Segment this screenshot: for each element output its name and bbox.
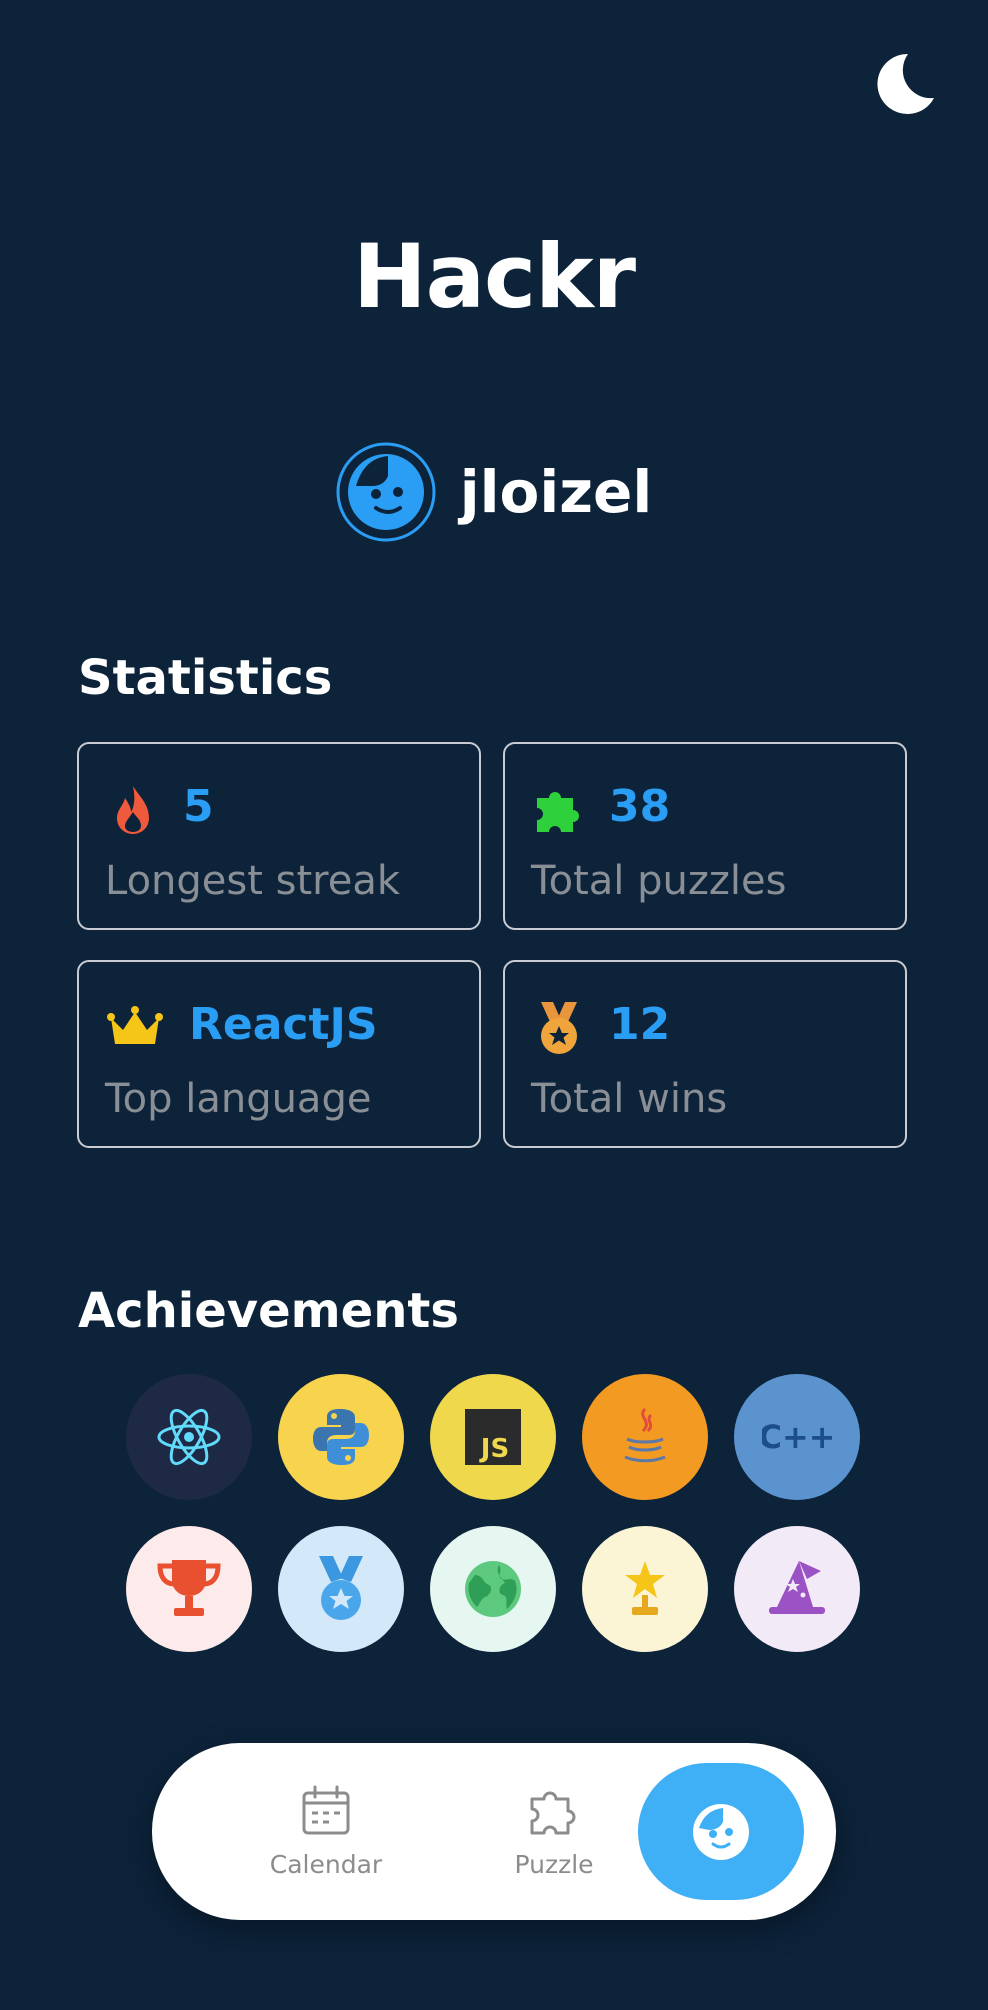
nav-label-puzzle: Puzzle <box>514 1850 594 1879</box>
achievement-badge-trophy[interactable] <box>126 1526 252 1652</box>
nav-item-profile[interactable] <box>638 1763 804 1900</box>
javascript-icon: JS <box>465 1409 521 1465</box>
stat-value: 12 <box>609 999 671 1050</box>
react-icon <box>157 1408 221 1466</box>
achievement-badge-medal[interactable] <box>278 1526 404 1652</box>
nav-item-calendar[interactable]: Calendar <box>236 1783 416 1881</box>
achievement-badge-javascript[interactable]: JS <box>430 1374 556 1500</box>
globe-icon <box>465 1561 521 1617</box>
dark-mode-toggle[interactable] <box>868 50 938 120</box>
bottom-navigation: Calendar Puzzle <box>152 1743 836 1920</box>
username: jloizel <box>459 458 653 526</box>
achievement-badge-cplusplus[interactable]: C++ <box>734 1374 860 1500</box>
stat-label: Total wins <box>531 1076 728 1122</box>
puzzle-icon <box>530 1791 576 1835</box>
stat-value: ReactJS <box>189 999 378 1050</box>
stat-value: 5 <box>183 781 214 832</box>
stat-card-top-language: ReactJS Top language <box>77 960 481 1148</box>
achievement-badge-react[interactable] <box>126 1374 252 1500</box>
cplusplus-icon: C++ <box>762 1418 832 1456</box>
stat-label: Longest streak <box>105 858 401 904</box>
python-icon <box>313 1409 369 1465</box>
achievements-heading: Achievements <box>78 1283 459 1339</box>
profile-header: jloizel <box>0 442 988 542</box>
trophy-icon <box>157 1560 221 1616</box>
stat-label: Total puzzles <box>531 858 787 904</box>
achievement-badge-globe[interactable] <box>430 1526 556 1652</box>
achievement-badge-wizard[interactable] <box>734 1526 860 1652</box>
medal-icon <box>541 1002 577 1054</box>
svg-text:C++: C++ <box>762 1418 832 1456</box>
nav-label-calendar: Calendar <box>269 1850 383 1879</box>
moon-icon <box>877 53 934 114</box>
puzzle-piece-icon <box>537 792 579 832</box>
stat-card-total-wins: 12 Total wins <box>503 960 907 1148</box>
app-title: Hackr <box>352 225 636 328</box>
achievement-badge-java[interactable] <box>582 1374 708 1500</box>
calendar-icon <box>302 1785 350 1835</box>
medal-badge-icon <box>319 1556 363 1620</box>
stat-label: Top language <box>105 1076 372 1122</box>
stat-value: 38 <box>609 781 671 832</box>
svg-text:JS: JS <box>479 1434 509 1464</box>
achievement-badge-star-award[interactable] <box>582 1526 708 1652</box>
profile-face-icon <box>693 1803 749 1860</box>
achievement-badge-python[interactable] <box>278 1374 404 1500</box>
statistics-heading: Statistics <box>78 650 333 706</box>
stat-card-total-puzzles: 38 Total puzzles <box>503 742 907 930</box>
nav-item-puzzle[interactable]: Puzzle <box>464 1783 644 1881</box>
star-award-icon <box>625 1561 665 1615</box>
wizard-hat-icon <box>769 1561 825 1614</box>
stat-card-longest-streak: 5 Longest streak <box>77 742 481 930</box>
crown-icon <box>107 1006 163 1044</box>
avatar-icon <box>336 442 436 542</box>
flame-icon <box>117 786 149 834</box>
java-icon <box>624 1407 666 1463</box>
